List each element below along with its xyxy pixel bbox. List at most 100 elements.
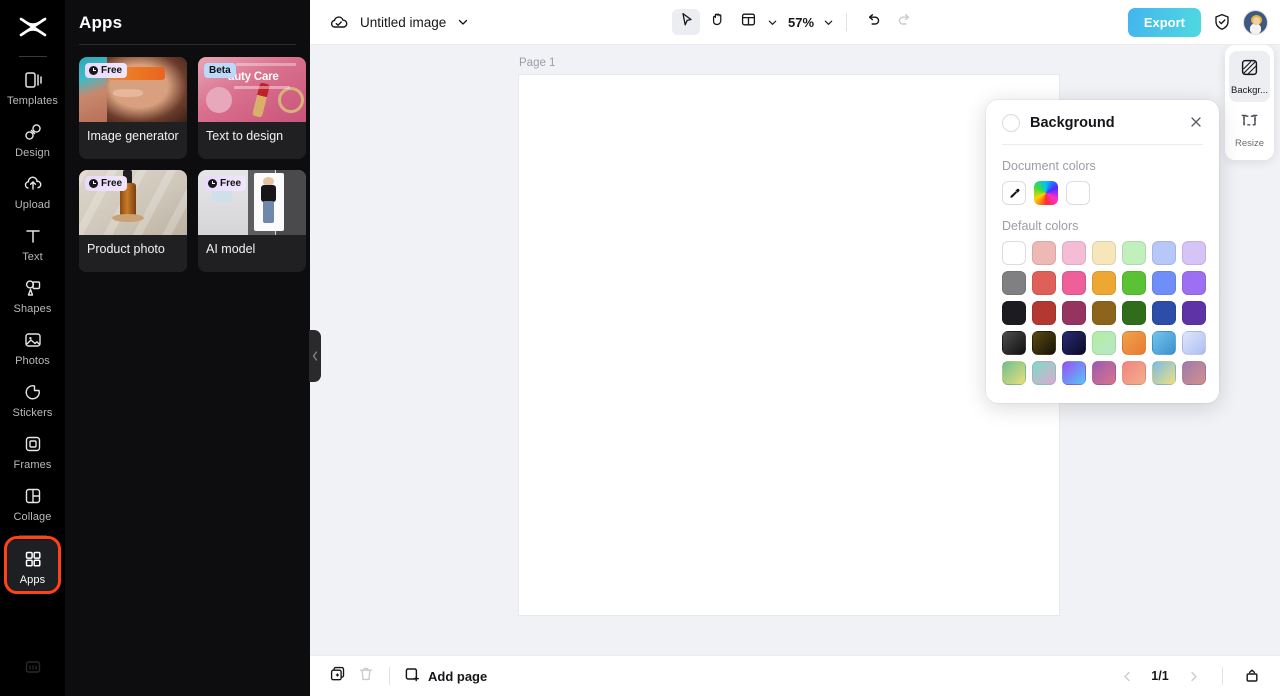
default-color-swatch[interactable] [1002, 271, 1026, 295]
current-background-swatch[interactable] [1002, 114, 1020, 132]
canvas-area[interactable]: Page 1 Backgr... Resize Background Docum… [310, 45, 1280, 655]
default-color-swatch[interactable] [1092, 361, 1116, 385]
default-color-swatch[interactable] [1092, 241, 1116, 265]
default-color-swatch[interactable] [1002, 361, 1026, 385]
sidebar-item-collage[interactable]: Collage [5, 477, 61, 529]
background-panel-header: Background [1002, 114, 1203, 132]
app-thumbnail: Free [198, 170, 306, 235]
layout-chevron-down-icon[interactable] [767, 17, 778, 28]
sidebar-item-upload[interactable]: Upload [5, 165, 61, 217]
default-color-swatch[interactable] [1062, 241, 1086, 265]
redo-icon [896, 11, 913, 33]
shield-check-icon[interactable] [1212, 12, 1232, 32]
default-color-swatch[interactable] [1122, 331, 1146, 355]
default-color-swatch[interactable] [1152, 361, 1176, 385]
app-thumbnail: auty Care Beta [198, 57, 306, 122]
default-color-swatch[interactable] [1152, 271, 1176, 295]
default-color-swatch[interactable] [1182, 271, 1206, 295]
default-color-swatch[interactable] [1122, 361, 1146, 385]
sidebar-item-text[interactable]: Text [5, 217, 61, 269]
default-color-swatch[interactable] [1002, 331, 1026, 355]
app-card-image-generator[interactable]: Free Image generator [79, 57, 187, 159]
default-color-swatch[interactable] [1122, 271, 1146, 295]
default-color-swatch[interactable] [1062, 331, 1086, 355]
default-color-swatch[interactable] [1152, 241, 1176, 265]
default-color-swatch[interactable] [1182, 301, 1206, 325]
export-button[interactable]: Export [1127, 7, 1201, 37]
default-color-swatch[interactable] [1032, 361, 1056, 385]
zoom-level[interactable]: 57% [788, 15, 814, 30]
right-rail-item-resize[interactable]: Resize [1229, 102, 1270, 154]
eyedropper-swatch[interactable] [1002, 181, 1026, 205]
sidebar-item-design[interactable]: Design [5, 113, 61, 165]
right-rail-item-background[interactable]: Backgr... [1229, 51, 1270, 102]
app-card-product-photo[interactable]: Free Product photo [79, 170, 187, 272]
close-icon[interactable] [1189, 115, 1203, 132]
sidebar-item-shapes[interactable]: Shapes [5, 269, 61, 321]
bottom-toolbar: Add page 1/1 [310, 655, 1280, 696]
frames-icon [22, 433, 44, 455]
avatar[interactable] [1243, 9, 1268, 35]
left-sidebar-rail: Templates Design Upload Text Shapes Phot… [0, 0, 65, 696]
app-card-ai-model[interactable]: Free AI model [198, 170, 306, 272]
default-color-swatch[interactable] [1062, 361, 1086, 385]
document-title[interactable]: Untitled image [360, 15, 446, 30]
sidebar-item-apps[interactable]: Apps [4, 540, 61, 592]
photos-icon [22, 329, 44, 351]
default-color-swatch[interactable] [1182, 331, 1206, 355]
default-color-swatch[interactable] [1182, 361, 1206, 385]
next-page-button[interactable] [1179, 663, 1207, 689]
page-manager-button[interactable] [1238, 663, 1266, 689]
main-area: Untitled image 57% Export Page 1 Backgr.… [310, 0, 1280, 696]
apps-grid-icon [22, 548, 44, 570]
default-color-swatch[interactable] [1092, 331, 1116, 355]
redo-button[interactable] [890, 9, 918, 35]
default-color-swatch[interactable] [1002, 241, 1026, 265]
sidebar-item-label: Frames [13, 459, 52, 471]
app-card-text-to-design[interactable]: auty Care Beta Text to design [198, 57, 306, 159]
sidebar-item-photos[interactable]: Photos [5, 321, 61, 373]
duplicate-page-button[interactable] [324, 663, 352, 689]
layout-grid-tool-button[interactable] [734, 9, 762, 35]
default-color-swatch[interactable] [1062, 271, 1086, 295]
upload-icon [22, 173, 44, 195]
default-color-swatch[interactable] [1032, 271, 1056, 295]
zoom-chevron-down-icon[interactable] [823, 17, 834, 28]
default-color-swatch[interactable] [1152, 331, 1176, 355]
default-color-swatch[interactable] [1152, 301, 1176, 325]
cursor-select-tool-button[interactable] [671, 9, 700, 35]
default-color-swatch[interactable] [1122, 241, 1146, 265]
canvas-page[interactable] [519, 75, 1059, 615]
default-color-swatch[interactable] [1182, 241, 1206, 265]
color-picker-swatch[interactable] [1034, 181, 1058, 205]
prev-page-button[interactable] [1113, 663, 1141, 689]
chevron-down-icon[interactable] [457, 16, 469, 28]
sidebar-item-label: Apps [19, 574, 46, 586]
sidebar-item-more[interactable] [0, 658, 65, 676]
app-logo-icon[interactable] [0, 4, 65, 50]
default-color-swatch[interactable] [1092, 301, 1116, 325]
default-color-swatch[interactable] [1032, 331, 1056, 355]
app-card-label: Image generator [87, 129, 179, 143]
undo-button[interactable] [859, 9, 887, 35]
default-color-swatch[interactable] [1062, 301, 1086, 325]
templates-icon [22, 69, 44, 91]
panel-collapse-handle[interactable] [309, 330, 321, 382]
sidebar-item-stickers[interactable]: Stickers [5, 373, 61, 425]
default-color-swatch[interactable] [1032, 241, 1056, 265]
rail-divider-2 [18, 535, 47, 536]
document-color-swatch[interactable] [1066, 181, 1090, 205]
default-color-swatch[interactable] [1092, 271, 1116, 295]
hand-pan-tool-button[interactable] [703, 9, 731, 35]
default-color-swatch[interactable] [1032, 301, 1056, 325]
sidebar-item-templates[interactable]: Templates [5, 61, 61, 113]
apps-panel: Apps Free Image generator auty Care Beta… [65, 0, 321, 696]
add-page-button[interactable]: Add page [403, 666, 487, 687]
sidebar-item-frames[interactable]: Frames [5, 425, 61, 477]
delete-page-button[interactable] [352, 663, 380, 689]
default-color-swatch[interactable] [1122, 301, 1146, 325]
cloud-saved-icon[interactable] [328, 12, 349, 33]
hand-pan-icon [708, 11, 725, 33]
default-color-swatch[interactable] [1002, 301, 1026, 325]
app-badge: Free [85, 176, 128, 191]
